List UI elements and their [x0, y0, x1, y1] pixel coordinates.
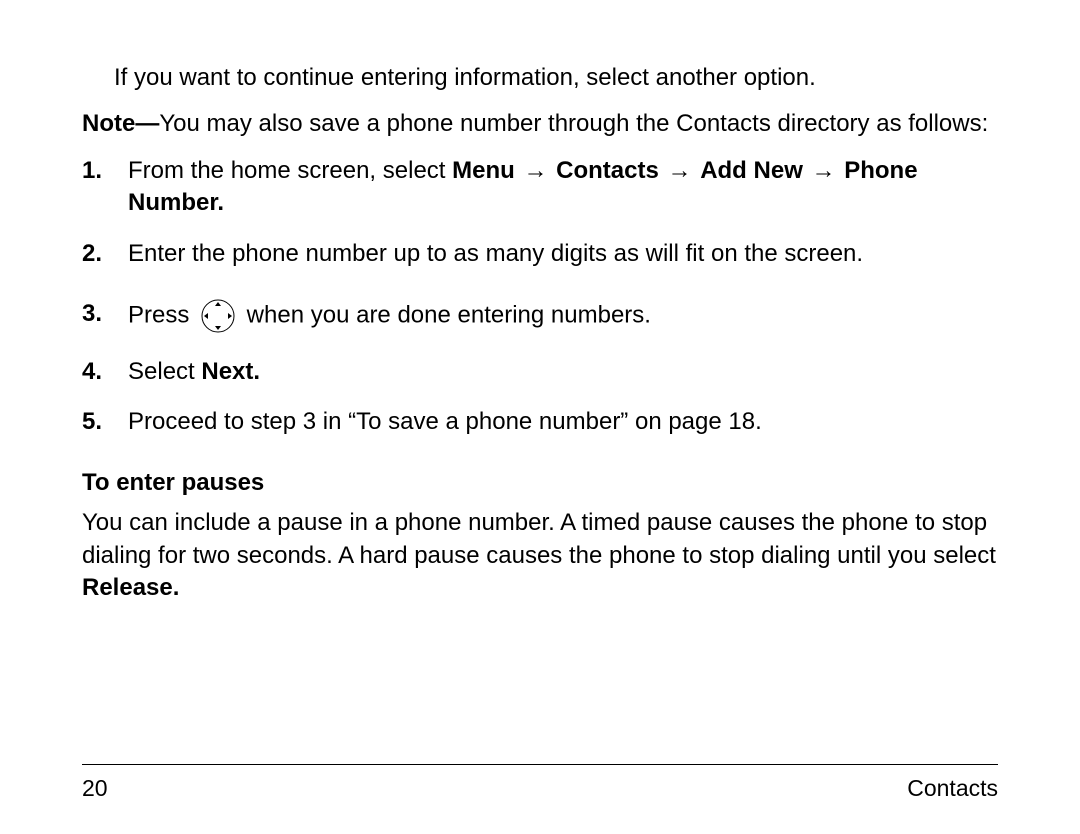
step-2: 2. Enter the phone number up to as many … — [82, 238, 998, 270]
ok-direction-button-icon — [200, 298, 236, 334]
chapter-name: Contacts — [907, 773, 998, 804]
note-label: Note— — [82, 110, 159, 137]
release-label: Release. — [82, 574, 179, 601]
step-1: 1. From the home screen, select Menu → C… — [82, 155, 998, 220]
step-text-pre: From the home screen, select — [128, 157, 452, 184]
page-number: 20 — [82, 773, 108, 804]
section-body: You can include a pause in a phone numbe… — [82, 507, 998, 604]
manual-page: If you want to continue entering informa… — [0, 0, 1080, 834]
menu-path-addnew: Add New — [700, 157, 803, 184]
step-4: 4. Select Next. — [82, 356, 998, 388]
step-text: Proceed to step 3 in “To save a phone nu… — [128, 408, 762, 435]
intro-paragraph: If you want to continue entering informa… — [114, 62, 998, 94]
next-label: Next. — [201, 358, 260, 385]
step-number: 3. — [82, 298, 102, 330]
section-body-pre: You can include a pause in a phone numbe… — [82, 509, 996, 568]
step-3: 3. Press when you are done entering numb… — [82, 298, 998, 334]
menu-path-contacts: Contacts — [556, 157, 659, 184]
step-number: 1. — [82, 155, 102, 187]
page-footer: 20 Contacts — [82, 764, 998, 804]
note-paragraph: Note—You may also save a phone number th… — [82, 108, 998, 140]
section-heading: To enter pauses — [82, 467, 998, 499]
step-number: 4. — [82, 356, 102, 388]
step-text-pre: Press — [128, 301, 196, 328]
arrow-icon: → — [668, 155, 692, 187]
arrow-icon: → — [523, 155, 547, 187]
step-text: Enter the phone number up to as many dig… — [128, 240, 863, 267]
arrow-icon: → — [812, 155, 836, 187]
footer-rule — [82, 764, 998, 765]
step-5: 5. Proceed to step 3 in “To save a phone… — [82, 406, 998, 438]
step-text-post: when you are done entering numbers. — [240, 301, 651, 328]
step-number: 2. — [82, 238, 102, 270]
step-number: 5. — [82, 406, 102, 438]
menu-path-menu: Menu — [452, 157, 515, 184]
note-text: You may also save a phone number through… — [159, 110, 988, 137]
intro-text: If you want to continue entering informa… — [114, 64, 816, 91]
steps-list: 1. From the home screen, select Menu → C… — [82, 155, 998, 439]
step-text-pre: Select — [128, 358, 201, 385]
